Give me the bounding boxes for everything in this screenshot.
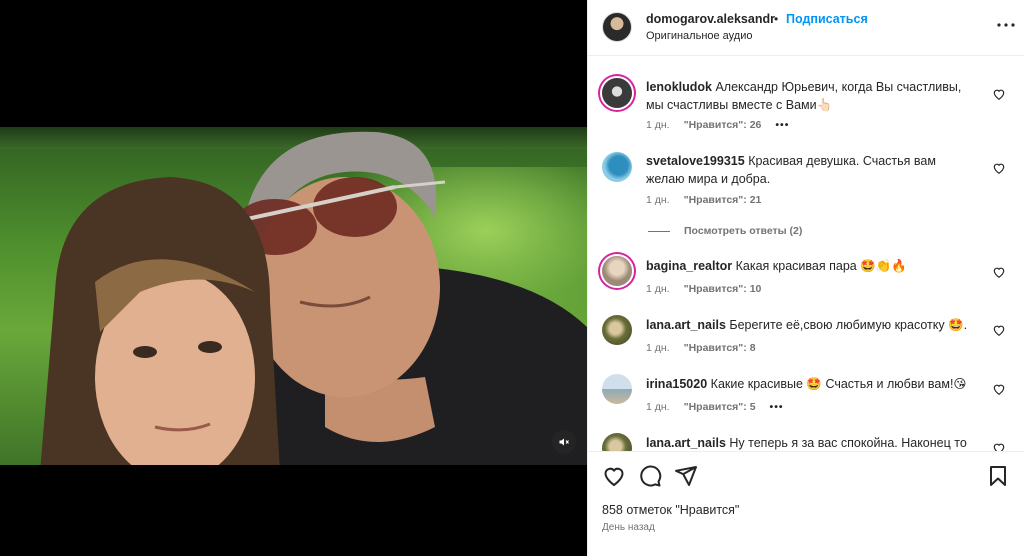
commenter-username[interactable]: lana.art_nails <box>646 318 726 332</box>
comment-text-block: svetalove199315 Красивая девушка. Счасть… <box>646 152 976 188</box>
comment-likes[interactable]: "Нравится": 21 <box>684 194 762 206</box>
post-header: domogarov.aleksandr • Подписаться Оригин… <box>588 0 1024 56</box>
comment-more-button[interactable]: ••• <box>770 401 784 413</box>
comment-meta: 1 дн. "Нравится": 5 ••• <box>646 401 784 413</box>
comment-likes[interactable]: "Нравится": 8 <box>684 342 756 354</box>
heart-icon[interactable] <box>602 464 626 488</box>
share-icon[interactable] <box>674 464 698 488</box>
heart-icon[interactable] <box>992 323 1006 337</box>
post-video[interactable] <box>0 127 587 465</box>
comment-text-block: irina15020 Какие красивые 🤩 Счастья и лю… <box>646 375 976 393</box>
mute-button[interactable] <box>552 430 576 454</box>
view-replies-label: Посмотреть ответы (2) <box>684 225 803 237</box>
side-pane: domogarov.aleksandr • Подписаться Оригин… <box>587 0 1024 556</box>
comment-time[interactable]: 1 дн. <box>646 194 670 206</box>
commenter-avatar[interactable] <box>602 374 632 404</box>
commenter-username[interactable]: irina15020 <box>646 377 707 391</box>
woman-figure <box>40 177 280 465</box>
commenter-avatar[interactable] <box>602 433 632 451</box>
likes-count[interactable]: 858 отметок "Нравится" <box>602 503 739 517</box>
comment-meta: 1 дн. "Нравится": 8 <box>646 342 756 354</box>
post-timestamp[interactable]: День назад <box>602 522 655 533</box>
speaker-muted-icon <box>559 438 569 446</box>
comment-icon[interactable] <box>638 464 662 488</box>
comment-meta: 1 дн. "Нравится": 26 ••• <box>646 119 789 131</box>
comment-time[interactable]: 1 дн. <box>646 401 670 413</box>
comment-likes[interactable]: "Нравится": 26 <box>684 119 762 131</box>
comment-text-block: lana.art_nails Берегите её,свою любимую … <box>646 316 976 334</box>
author-avatar[interactable] <box>602 12 632 42</box>
audio-label[interactable]: Оригинальное аудио <box>646 30 753 42</box>
heart-icon[interactable] <box>992 87 1006 101</box>
commenter-avatar[interactable] <box>602 315 632 345</box>
comment-time[interactable]: 1 дн. <box>646 119 670 131</box>
more-horizontal-icon <box>997 23 1015 27</box>
view-replies-button[interactable]: Посмотреть ответы (2) <box>648 225 802 237</box>
follow-button[interactable]: Подписаться <box>786 12 868 26</box>
heart-icon[interactable] <box>992 382 1006 396</box>
comment-text-block: lenokludok Александр Юрьевич, когда Вы с… <box>646 78 976 114</box>
author-username[interactable]: domogarov.aleksandr <box>646 12 775 26</box>
comment-meta: 1 дн. "Нравится": 21 <box>646 194 761 206</box>
action-bar: 858 отметок "Нравится" День назад <box>588 451 1024 556</box>
bookmark-icon[interactable] <box>986 464 1010 488</box>
media-pane <box>0 0 587 556</box>
comments-list[interactable]: lenokludok Александр Юрьевич, когда Вы с… <box>588 57 1024 451</box>
comment-text: Ну теперь я за вас спокойна. Наконец то <box>729 436 967 450</box>
commenter-avatar[interactable] <box>602 78 632 108</box>
comment-more-button[interactable]: ••• <box>775 119 789 131</box>
commenter-username[interactable]: lenokludok <box>646 80 712 94</box>
heart-icon[interactable] <box>992 161 1006 175</box>
commenter-avatar[interactable] <box>602 152 632 182</box>
more-options-button[interactable] <box>996 15 1016 35</box>
heart-icon[interactable] <box>992 265 1006 279</box>
comment-text-block: bagina_realtor Какая красивая пара 🤩👏🔥 <box>646 257 976 275</box>
comment-meta: 1 дн. "Нравится": 10 <box>646 283 761 295</box>
heart-icon[interactable] <box>992 441 1006 451</box>
comment-likes[interactable]: "Нравится": 10 <box>684 283 762 295</box>
comment-likes[interactable]: "Нравится": 5 <box>684 401 756 413</box>
commenter-username[interactable]: svetalove199315 <box>646 154 745 168</box>
post-dialog: domogarov.aleksandr • Подписаться Оригин… <box>0 0 1024 556</box>
separator-dot: • <box>774 12 779 26</box>
replies-line <box>648 230 670 232</box>
comment-text-block: lana.art_nails Ну теперь я за вас спокой… <box>646 434 976 451</box>
comment-text: Берегите её,свою любимую красотку 🤩. <box>729 318 968 332</box>
comment-time[interactable]: 1 дн. <box>646 283 670 295</box>
comment-text: Какая красивая пара 🤩👏🔥 <box>735 259 907 273</box>
comment-text: Какие красивые 🤩 Счастья и любви вам!😘 <box>710 377 967 391</box>
comment-time[interactable]: 1 дн. <box>646 342 670 354</box>
commenter-username[interactable]: lana.art_nails <box>646 436 726 450</box>
commenter-username[interactable]: bagina_realtor <box>646 259 732 273</box>
commenter-avatar[interactable] <box>602 256 632 286</box>
